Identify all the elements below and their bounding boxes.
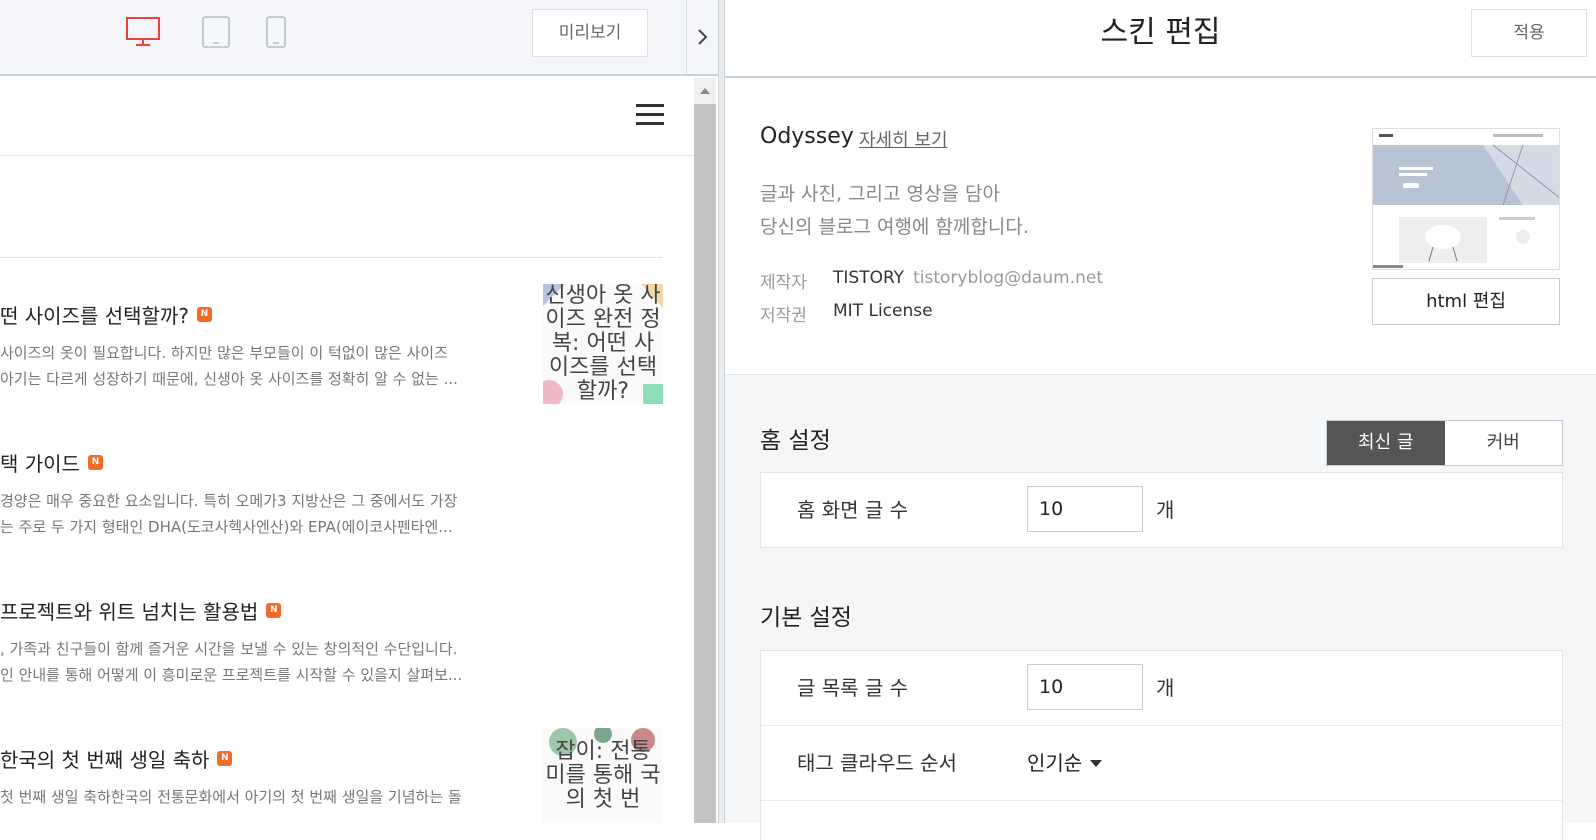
preview-panel: 미리보기 떤 사이즈를 선택할까? N 사이즈의 옷이 필요합니다. 하지만 많… [0,0,718,823]
basic-settings-card: 글 목록 글 수 10 개 태그 클라우드 순서 인기순 [760,650,1563,840]
home-post-count-label: 홈 화면 글 수 [797,498,909,522]
mobile-icon[interactable] [266,16,286,48]
unit-label: 개 [1156,498,1175,522]
blog-preview: 떤 사이즈를 선택할까? N 사이즈의 옷이 필요합니다. 하지만 많은 부모들… [0,78,694,823]
page-title: 스킨 편집 [1100,15,1221,50]
basic-settings-title: 기본 설정 [760,605,852,631]
home-settings-card: 홈 화면 글 수 10 개 [760,472,1563,548]
tag-cloud-order-label: 태그 클라우드 순서 [797,751,957,775]
tag-cloud-order-select[interactable]: 인기순 [1027,726,1103,800]
post-title[interactable]: 프로젝트와 위트 넘치는 활용법 N [0,596,282,625]
scroll-up-button[interactable] [694,78,716,104]
skin-license-row: 저작권 MIT License [760,301,933,326]
skin-author-row: 제작자 TISTORY tistoryblog@daum.net [760,268,1103,293]
skin-preview-image [1372,128,1560,270]
post-item[interactable]: 프로젝트와 위트 넘치는 활용법 N , 가족과 친구들이 함께 즐거운 시간을… [0,596,664,726]
skin-editor-panel: 스킨 편집 적용 Odyssey 자세히 보기 글과 사진, 그리고 영상을 담… [725,0,1596,840]
thumbnail-text: 잡이: 전통 미를 통해 국의 첫 번 [545,739,661,812]
preview-scrollbar[interactable] [694,78,716,823]
post-summary: , 가족과 친구들이 함께 즐거운 시간을 보낼 수 있는 창의적인 수단입니다… [0,640,463,684]
tab-latest-posts[interactable]: 최신 글 [1327,421,1445,465]
arrow-up-icon [700,88,710,94]
new-badge: N [266,603,282,618]
tablet-icon[interactable] [202,16,230,48]
new-badge: N [196,307,212,322]
post-item[interactable]: 떤 사이즈를 선택할까? N 사이즈의 옷이 필요합니다. 하지만 많은 부모들… [0,284,664,430]
tag-cloud-order-row: 태그 클라우드 순서 인기순 [761,726,1562,801]
chevron-right-icon [697,29,707,45]
thumbnail-text: 신생아 옷 사이즈 완전 정복: 어떤 사이즈를 선택할까? [545,284,661,404]
blog-header [0,78,694,156]
new-badge: N [217,751,233,766]
post-thumbnail[interactable]: 신생아 옷 사이즈 완전 정복: 어떤 사이즈를 선택할까? [543,284,663,404]
post-item[interactable]: 택 가이드 N 경양은 매우 중요한 요소입니다. 특히 오메가3 지방산은 그… [0,448,664,578]
list-post-count-input[interactable]: 10 [1027,664,1143,710]
post-item[interactable]: 한국의 첫 번째 생일 축하 N 첫 번째 생일 축하한국의 전통문화에서 아기… [0,728,664,823]
post-title[interactable]: 택 가이드 N [0,448,103,477]
panel-splitter[interactable] [718,0,725,823]
home-post-count-row: 홈 화면 글 수 10 개 [761,473,1562,547]
home-post-count-input[interactable]: 10 [1027,486,1143,532]
list-post-count-label: 글 목록 글 수 [797,676,909,700]
post-summary: 사이즈의 옷이 필요합니다. 하지만 많은 부모들이 이 턱없이 많은 사이즈 … [0,344,458,388]
skin-name: Odyssey [760,124,854,149]
post-summary: 경양은 매우 중요한 요소입니다. 특히 오메가3 지방산은 그 중에서도 가장… [0,492,458,536]
editor-header: 스킨 편집 적용 [725,0,1596,78]
skin-description: 글과 사진, 그리고 영상을 담아 당신의 블로그 여행에 함께합니다. [760,183,1029,238]
collapse-panel-button[interactable] [686,0,718,74]
preview-toolbar: 미리보기 [0,0,718,76]
skin-info: Odyssey 자세히 보기 글과 사진, 그리고 영상을 담아 당신의 블로그… [725,78,1596,375]
home-mode-toggle: 최신 글 커버 [1326,420,1563,466]
desktop-icon[interactable] [126,17,160,47]
new-badge: N [87,455,103,470]
post-thumbnail[interactable]: 잡이: 전통 미를 통해 국의 첫 번 [543,728,663,823]
skin-thumbnail-graphic [1373,129,1559,268]
tab-cover[interactable]: 커버 [1445,421,1563,465]
list-post-count-row: 글 목록 글 수 10 개 [761,651,1562,726]
menu-icon[interactable] [636,104,664,126]
apply-button[interactable]: 적용 [1471,9,1587,57]
post-title[interactable]: 한국의 첫 번째 생일 축하 N [0,744,233,773]
post-summary: 첫 번째 생일 축하한국의 전통문화에서 아기의 첫 번째 생일을 기념하는 돌 [0,788,462,806]
html-edit-button[interactable]: html 편집 [1372,278,1560,325]
post-title[interactable]: 떤 사이즈를 선택할까? N [0,300,212,329]
divider [0,257,662,258]
caret-down-icon [1090,759,1103,767]
preview-button[interactable]: 미리보기 [532,9,648,57]
unit-label: 개 [1156,676,1175,700]
home-settings-title: 홈 설정 [760,428,831,454]
skin-detail-link[interactable]: 자세히 보기 [859,126,948,152]
